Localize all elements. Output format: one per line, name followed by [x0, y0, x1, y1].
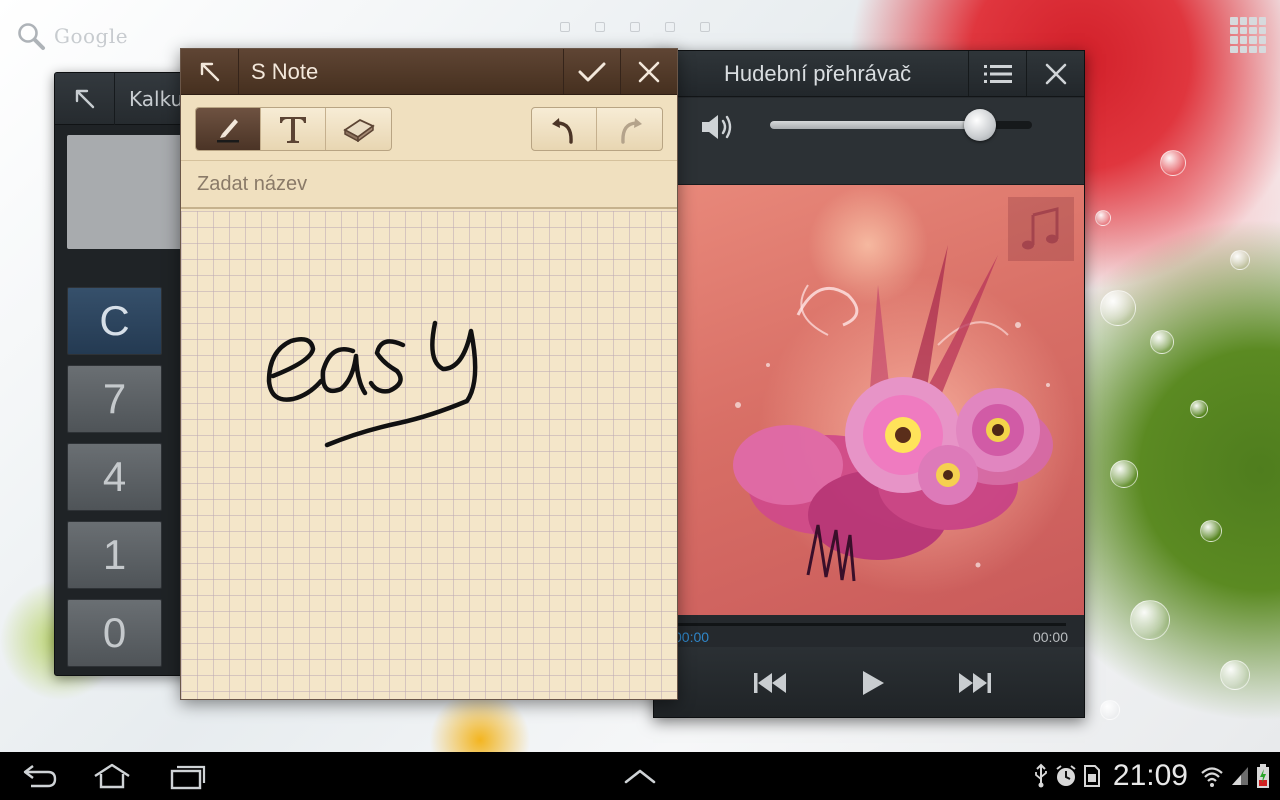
page-dot: [560, 22, 570, 32]
signal-strength-icon: [1232, 767, 1248, 785]
alarm-clock-icon: [1056, 765, 1076, 786]
total-time: 00:00: [1032, 629, 1068, 645]
play-icon: [863, 671, 884, 695]
system-navigation-bar: 21:09: [0, 752, 1280, 800]
music-title: Hudební přehrávač: [724, 60, 912, 86]
checkmark-icon: [578, 62, 606, 81]
calculator-key-4[interactable]: 4: [67, 443, 162, 511]
drawing-canvas[interactable]: [181, 211, 677, 699]
playback-controls: [654, 647, 1084, 717]
drawing-tools: [195, 107, 392, 151]
note-title-input[interactable]: [197, 172, 637, 196]
snote-toolbar: [181, 95, 677, 161]
clock: 21:09: [1112, 759, 1188, 792]
calculator-key-clear[interactable]: C: [67, 287, 162, 355]
undo-icon: [552, 118, 573, 144]
page-dot: [630, 22, 640, 32]
page-dot: [595, 22, 605, 32]
calculator-key-1[interactable]: 1: [67, 521, 162, 589]
previous-icon: [754, 673, 786, 693]
back-icon: [23, 765, 57, 788]
music-header: Hudební přehrávač: [654, 51, 1084, 97]
eraser-tool-button[interactable]: [326, 108, 391, 150]
album-art: [678, 185, 1084, 615]
close-icon: [638, 61, 660, 82]
volume-slider-fill: [770, 121, 980, 129]
music-close-button[interactable]: [1026, 51, 1084, 96]
wifi-icon: [1201, 767, 1223, 787]
apps-grid-icon[interactable]: [1230, 17, 1266, 53]
text-tool-button[interactable]: [261, 108, 326, 150]
expand-button[interactable]: [55, 73, 115, 125]
snote-save-button[interactable]: [563, 49, 621, 94]
note-title-row: [181, 161, 677, 209]
next-button[interactable]: [953, 665, 997, 701]
list-icon: [983, 64, 1012, 83]
redo-icon: [620, 118, 642, 144]
text-icon: [280, 117, 306, 143]
usb-icon: [1035, 763, 1047, 788]
play-button[interactable]: [851, 665, 895, 701]
google-search-widget[interactable]: Google: [16, 20, 128, 52]
pen-icon: [217, 119, 239, 143]
search-icon: [18, 23, 45, 50]
music-note-icon: [1008, 197, 1074, 261]
status-area[interactable]: 21:09: [1033, 756, 1270, 796]
redo-button[interactable]: [597, 108, 662, 150]
undo-button[interactable]: [532, 108, 597, 150]
sd-card-icon: [1083, 765, 1100, 787]
page-indicator: [560, 22, 710, 32]
home-button[interactable]: [90, 760, 134, 792]
snote-close-button[interactable]: [621, 49, 677, 94]
snote-expand-button[interactable]: [181, 49, 239, 94]
home-icon: [94, 763, 130, 789]
calculator-key-0[interactable]: 0: [67, 599, 162, 667]
volume-slider[interactable]: [770, 109, 1032, 141]
snote-title: S Note: [251, 58, 319, 84]
chevron-up-icon: [624, 769, 656, 784]
close-icon: [1045, 63, 1066, 84]
snote-header: S Note: [181, 49, 677, 95]
volume-slider-thumb[interactable]: [963, 109, 996, 141]
page-dot: [665, 22, 675, 32]
previous-button[interactable]: [748, 665, 792, 701]
calculator-key-7[interactable]: 7: [67, 365, 162, 433]
snote-window: S Note: [180, 48, 678, 700]
expand-arrow-icon: [75, 89, 94, 108]
google-label: Google: [54, 24, 129, 48]
calculator-title: Kalku: [129, 86, 184, 111]
music-player-window: Hudební přehrávač 00:00 00:00: [653, 50, 1085, 718]
playlist-button[interactable]: [968, 51, 1026, 96]
page-dot: [700, 22, 710, 32]
volume-row: [654, 98, 1084, 184]
seek-bar[interactable]: [678, 623, 1066, 626]
back-button[interactable]: [20, 760, 60, 792]
history-tools: [531, 107, 663, 151]
handwriting-easy: [266, 320, 478, 448]
recent-apps-icon: [170, 765, 206, 790]
pen-tool-button[interactable]: [196, 108, 261, 150]
next-icon: [959, 673, 991, 693]
recent-apps-button[interactable]: [168, 760, 208, 792]
expand-arrow-icon: [200, 62, 219, 81]
mini-apps-tray-button[interactable]: [620, 760, 660, 792]
elapsed-time: 00:00: [674, 629, 710, 645]
speaker-icon: [702, 115, 732, 139]
eraser-icon: [342, 118, 375, 142]
battery-charging-icon: [1257, 764, 1269, 788]
